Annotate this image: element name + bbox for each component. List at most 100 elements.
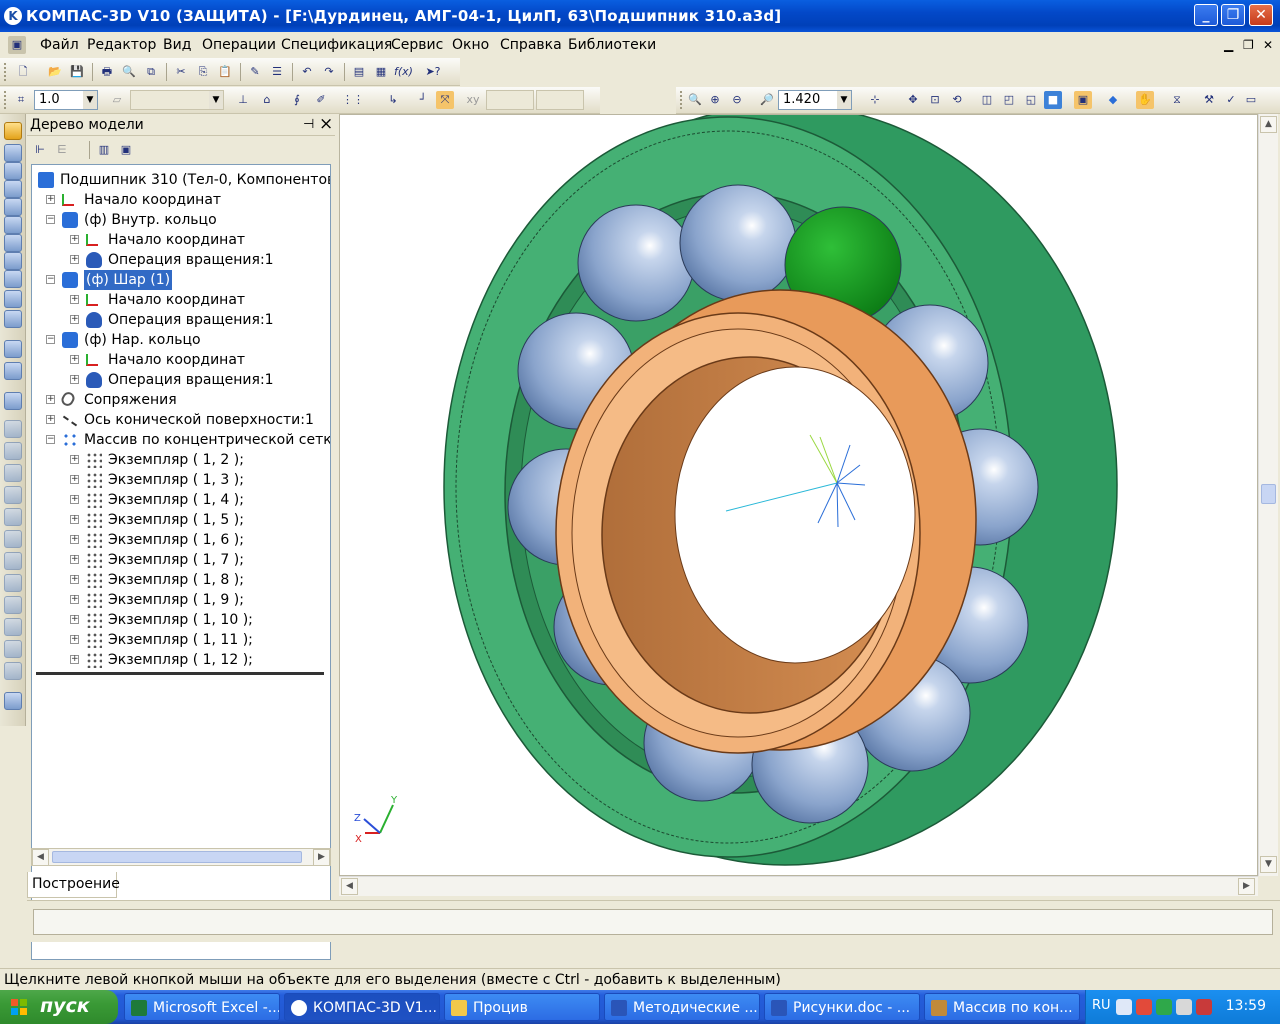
copy-icon[interactable]: ⎘ (194, 63, 212, 81)
tool-icon[interactable] (4, 640, 22, 658)
expand-toggle-icon[interactable]: + (70, 635, 79, 644)
shaded-icon[interactable]: ■ (1044, 91, 1062, 109)
language-indicator[interactable]: RU (1092, 998, 1111, 1013)
print-icon[interactable]: 🖶 (98, 63, 116, 81)
pin-icon[interactable]: ⊣ (303, 117, 314, 132)
pan-icon[interactable]: ✥ (904, 91, 922, 109)
expand-toggle-icon[interactable]: − (46, 275, 55, 284)
expand-toggle-icon[interactable]: − (46, 215, 55, 224)
tree-item[interactable]: + Начало координат (32, 230, 328, 250)
tree-item[interactable]: + Начало координат (32, 290, 328, 310)
tree-item[interactable]: + Экземпляр ( 1, 5 ); (32, 510, 328, 530)
undo-icon[interactable]: ↶ (298, 63, 316, 81)
tray-network-icon[interactable] (1176, 999, 1192, 1015)
expand-toggle-icon[interactable]: − (46, 335, 55, 344)
measure-tool-icon[interactable] (4, 216, 22, 234)
scroll-left-icon[interactable]: ◀ (341, 878, 358, 895)
task-kompas[interactable]: КОМПАС-3D V1... (284, 993, 440, 1021)
manager-icon[interactable]: ▤ (350, 63, 368, 81)
shaded-edges-icon[interactable]: ▣ (1074, 91, 1092, 109)
tool-icon[interactable] (4, 420, 22, 438)
mates-tool-icon[interactable] (4, 392, 22, 410)
task-pattern-doc[interactable]: Массив по кон... (924, 993, 1080, 1021)
menu-help[interactable]: Справка (500, 37, 562, 53)
toolbar-grip[interactable] (680, 91, 683, 109)
scroll-down-icon[interactable]: ▼ (1260, 856, 1277, 873)
tree-item[interactable]: + Экземпляр ( 1, 6 ); (32, 530, 328, 550)
menu-view[interactable]: Вид (163, 37, 191, 53)
spec-icon[interactable] (4, 252, 22, 270)
snap-settings-icon[interactable]: ✐ (312, 91, 330, 109)
select-icon[interactable]: ✋ (1136, 91, 1154, 109)
tree-item[interactable]: − (ф) Нар. кольцо (32, 330, 328, 350)
insert-component-icon[interactable] (4, 362, 22, 380)
zoom-scale-icon[interactable]: 🔎 (758, 91, 776, 109)
tree-item[interactable]: − (ф) Внутр. кольцо (32, 210, 328, 230)
tool-icon[interactable] (4, 574, 22, 592)
tree-item[interactable]: − (ф) Шар (1) (32, 270, 328, 290)
tree-item[interactable]: + Операция вращения:1 (32, 250, 328, 270)
viewport-vertical-scrollbar[interactable]: ▲ ▼ (1258, 114, 1278, 876)
layer-combo[interactable]: ▼ (130, 90, 224, 110)
list-icon[interactable]: ☰ (268, 63, 286, 81)
expand-toggle-icon[interactable]: + (70, 355, 79, 364)
tool-icon[interactable] (4, 530, 22, 548)
xy-icon[interactable]: xy (464, 91, 482, 109)
ortho-icon[interactable]: ⊥ (234, 91, 252, 109)
perspective-icon[interactable]: ◆ (1104, 91, 1122, 109)
tree-item[interactable]: + Экземпляр ( 1, 11 ); (32, 630, 328, 650)
chevron-down-icon[interactable]: ▼ (83, 91, 97, 109)
properties-icon[interactable]: ✎ (246, 63, 264, 81)
zoom-window-icon[interactable]: 🔍 (686, 91, 704, 109)
menu-libraries[interactable]: Библиотеки (568, 37, 656, 53)
tree-filter-icon[interactable]: ⋿ (53, 141, 71, 159)
expand-toggle-icon[interactable]: + (70, 375, 79, 384)
snap-icon[interactable]: ∮ (288, 91, 306, 109)
tool-icon[interactable] (4, 442, 22, 460)
tree-split-icon[interactable]: ▥ (95, 141, 113, 159)
tree-item[interactable]: + Начало координат (32, 190, 328, 210)
expand-toggle-icon[interactable]: + (70, 615, 79, 624)
zoom-combo[interactable]: 1.420 ▼ (778, 90, 852, 110)
tree-structure-icon[interactable]: ⊩ (31, 141, 49, 159)
scroll-right-icon[interactable]: ▶ (1238, 878, 1255, 895)
menu-edit[interactable]: Редактор (87, 37, 156, 53)
start-button[interactable]: пуск (0, 990, 118, 1024)
tree-item[interactable]: + Экземпляр ( 1, 8 ); (32, 570, 328, 590)
tree-item[interactable]: + Начало координат (32, 350, 328, 370)
new-document-icon[interactable]: 🗋 (14, 63, 32, 81)
toolbar-grip[interactable] (4, 63, 7, 81)
menu-service[interactable]: Сервис (391, 37, 443, 53)
menu-file[interactable]: Файл (40, 37, 79, 53)
tool-icon[interactable] (4, 662, 22, 680)
menu-operations[interactable]: Операции (202, 37, 276, 53)
chevron-down-icon[interactable]: ▼ (837, 91, 851, 109)
tree-item[interactable]: + Экземпляр ( 1, 7 ); (32, 550, 328, 570)
expand-toggle-icon[interactable]: + (70, 535, 79, 544)
expand-toggle-icon[interactable]: + (70, 655, 79, 664)
surface-icon[interactable] (4, 290, 22, 308)
filter-icon[interactable]: ⧖ (1168, 91, 1186, 109)
y-coord-field[interactable] (536, 90, 584, 110)
bearing-model[interactable]: Y X Z (340, 115, 1258, 876)
tree-item[interactable]: + Экземпляр ( 1, 9 ); (32, 590, 328, 610)
filter-tool-icon[interactable] (4, 234, 22, 252)
thin-lines-icon[interactable]: ◱ (1022, 91, 1040, 109)
expand-toggle-icon[interactable]: + (46, 395, 55, 404)
properties-field[interactable] (33, 909, 1273, 935)
edit-part-icon[interactable] (4, 122, 22, 140)
menu-window[interactable]: Окно (452, 37, 489, 53)
expand-toggle-icon[interactable]: + (70, 575, 79, 584)
save-icon[interactable]: 💾 (68, 63, 86, 81)
export-icon[interactable]: ⧉ (142, 63, 160, 81)
close-panel-icon[interactable]: × (319, 114, 333, 134)
paste-icon[interactable]: 📋 (216, 63, 234, 81)
tree-item[interactable]: + Экземпляр ( 1, 10 ); (32, 610, 328, 630)
library-tool-icon[interactable] (4, 692, 22, 710)
chevron-down-icon[interactable]: ▼ (209, 91, 223, 109)
fillet-icon[interactable] (4, 198, 22, 216)
scroll-right-icon[interactable]: ▶ (313, 849, 330, 866)
tool-icon[interactable] (4, 508, 22, 526)
axes-icon[interactable]: ↳ (384, 91, 402, 109)
expand-toggle-icon[interactable]: + (70, 315, 79, 324)
